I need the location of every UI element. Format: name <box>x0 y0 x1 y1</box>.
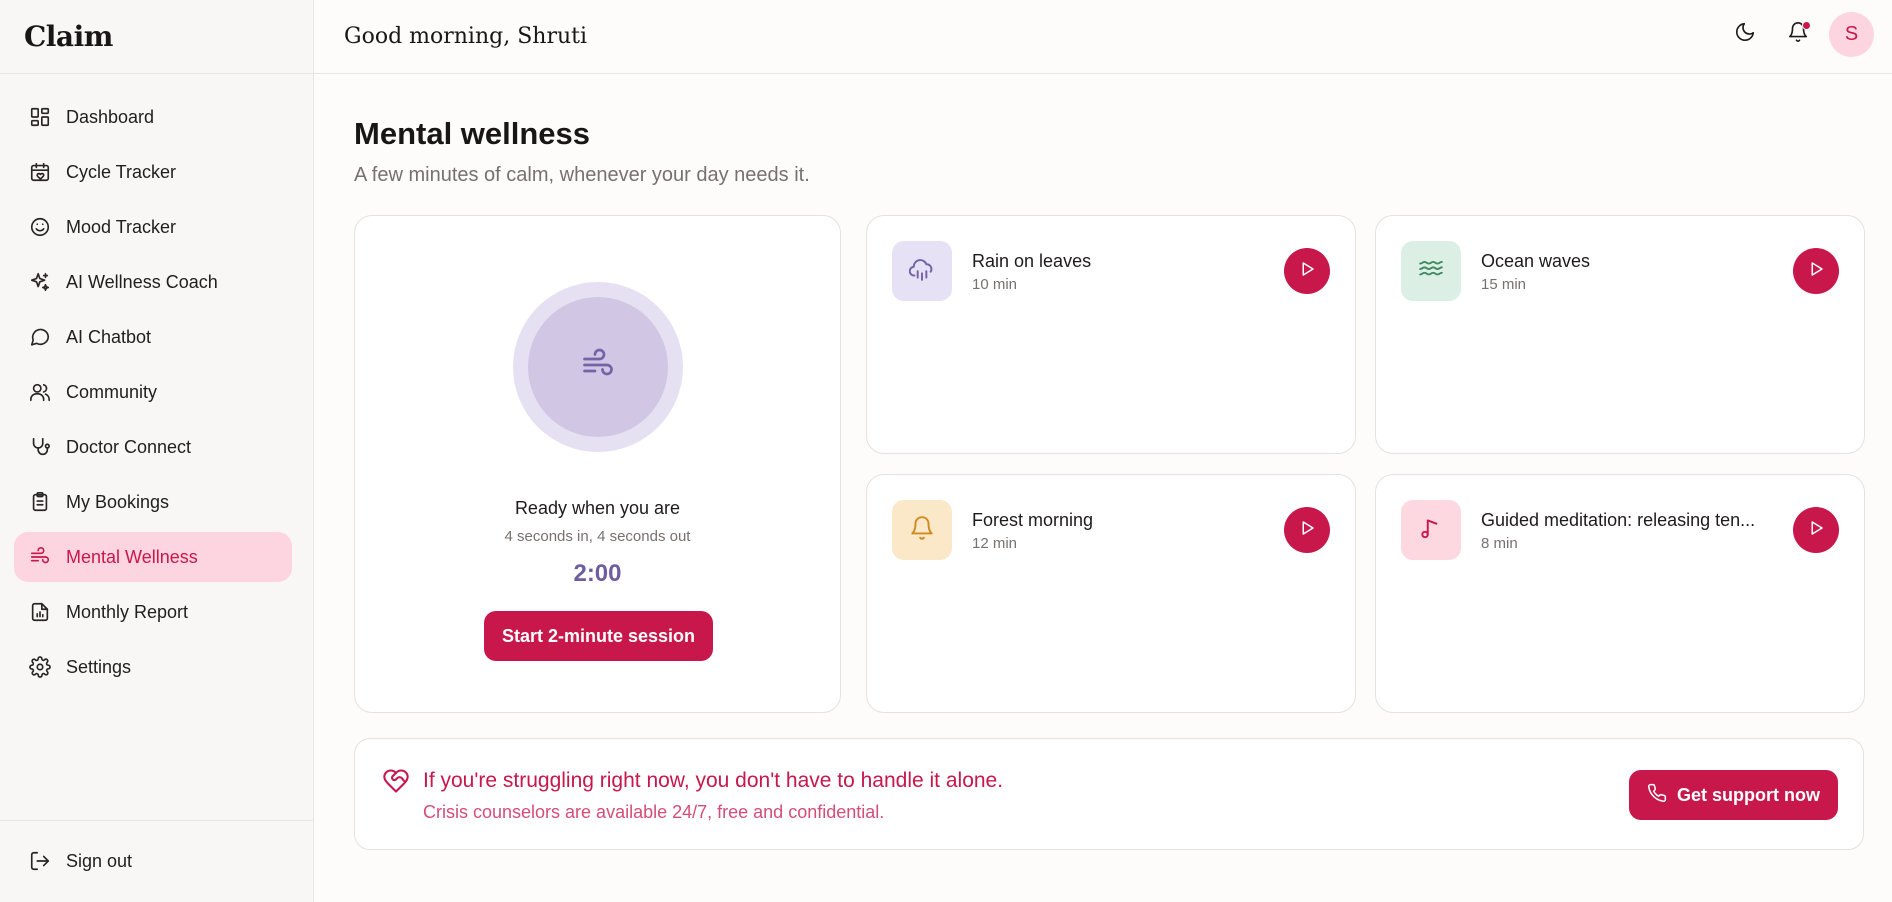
sidebar-item-label: AI Chatbot <box>66 326 152 347</box>
track-duration: 10 min <box>972 276 1018 293</box>
dashboard-icon <box>28 105 52 129</box>
crisis-subtitle: Crisis counselors are available 24/7, fr… <box>423 802 885 822</box>
track-icon-bg <box>1401 241 1461 301</box>
log-out-icon <box>28 849 52 873</box>
heart-handshake-icon <box>382 767 410 795</box>
play-icon <box>1807 519 1825 542</box>
header-actions: S <box>1714 12 1874 57</box>
sign-out-button[interactable]: Sign out <box>14 836 299 886</box>
track-icon-bg <box>892 500 952 560</box>
track-name: Rain on leaves <box>972 251 1092 271</box>
sidebar-item-label: Mood Tracker <box>66 216 177 237</box>
sidebar-item-ai-wellness-coach[interactable]: AI Wellness Coach <box>14 257 292 307</box>
sidebar-item-my-bookings[interactable]: My Bookings <box>14 477 292 527</box>
wellness-grid: Ready when you are 4 seconds in, 4 secon… <box>354 215 1865 715</box>
sign-out-label: Sign out <box>66 850 133 871</box>
track-icon-bg <box>892 241 952 301</box>
breathing-title: Ready when you are <box>514 498 681 518</box>
sidebar-item-label: Community <box>66 381 158 402</box>
page-subtitle: A few minutes of calm, whenever your day… <box>354 164 810 186</box>
smile-icon <box>28 215 52 239</box>
get-support-label: Get support now <box>1677 784 1820 805</box>
track-duration: 8 min <box>1481 535 1518 552</box>
track-name: Forest morning <box>972 510 1094 530</box>
breathing-hint: 4 seconds in, 4 seconds out <box>504 528 691 545</box>
wind-icon <box>28 545 52 569</box>
track-duration: 12 min <box>972 535 1018 552</box>
top-header: Good morning, Shruti S <box>314 0 1892 74</box>
sidebar-footer: Sign out <box>0 820 313 902</box>
crisis-title: If you're struggling right now, you don'… <box>423 769 1004 792</box>
clipboard-icon <box>28 490 52 514</box>
sidebar-item-label: Doctor Connect <box>66 436 192 457</box>
breathing-timer: 2:00 <box>573 560 622 587</box>
sidebar-item-label: Cycle Tracker <box>66 161 177 182</box>
sidebar-item-label: Settings <box>66 656 132 677</box>
sparkles-icon <box>28 270 52 294</box>
crisis-banner: If you're struggling right now, you don'… <box>354 738 1864 850</box>
calendar-heart-icon <box>28 160 52 184</box>
track-name: Guided meditation: releasing ten... <box>1481 510 1756 530</box>
main-content: Mental wellness A few minutes of calm, w… <box>354 74 1865 715</box>
sidebar-item-label: AI Wellness Coach <box>66 271 218 292</box>
sidebar-item-cycle-tracker[interactable]: Cycle Tracker <box>14 147 292 197</box>
track-card-guided-meditation[interactable]: Guided meditation: releasing ten... 8 mi… <box>1375 474 1865 713</box>
sidebar-item-community[interactable]: Community <box>14 367 292 417</box>
sidebar-item-label: Monthly Report <box>66 601 189 622</box>
sidebar-item-doctor-connect[interactable]: Doctor Connect <box>14 422 292 472</box>
sidebar-item-mental-wellness[interactable]: Mental Wellness <box>14 532 292 582</box>
wind-icon <box>580 347 616 388</box>
sidebar-item-label: My Bookings <box>66 491 170 512</box>
track-duration: 15 min <box>1481 276 1527 293</box>
play-icon <box>1298 260 1316 283</box>
breathing-circle-inner <box>528 297 668 437</box>
gear-icon <box>28 655 52 679</box>
stethoscope-icon <box>28 435 52 459</box>
phone-icon <box>1647 783 1677 808</box>
sidebar-nav: Dashboard Cycle Tracker Mood Tracker AI … <box>0 74 313 692</box>
sidebar-item-label: Mental Wellness <box>66 546 198 567</box>
sidebar-item-dashboard[interactable]: Dashboard <box>14 92 292 142</box>
sidebar-item-label: Dashboard <box>66 106 155 127</box>
users-icon <box>28 380 52 404</box>
track-card-rain[interactable]: Rain on leaves 10 min <box>866 215 1356 454</box>
notification-badge <box>1802 20 1811 30</box>
moon-icon <box>1734 21 1756 48</box>
play-button[interactable] <box>1284 248 1330 294</box>
bell-icon <box>909 515 935 546</box>
report-icon <box>28 600 52 624</box>
play-button[interactable] <box>1793 507 1839 553</box>
play-icon <box>1298 519 1316 542</box>
chat-bubble-icon <box>28 325 52 349</box>
play-icon <box>1807 260 1825 283</box>
brand-logo[interactable]: Claim <box>0 0 313 74</box>
track-icon-bg <box>1401 500 1461 560</box>
avatar[interactable]: S <box>1829 12 1874 57</box>
sidebar: Claim Dashboard Cycle Tracker Mood Track… <box>0 0 314 902</box>
theme-toggle-button[interactable] <box>1723 13 1767 57</box>
track-name: Ocean waves <box>1481 251 1591 271</box>
sidebar-item-monthly-report[interactable]: Monthly Report <box>14 587 292 637</box>
notifications-button[interactable] <box>1776 13 1820 57</box>
sidebar-item-mood-tracker[interactable]: Mood Tracker <box>14 202 292 252</box>
waves-icon <box>1418 256 1444 287</box>
sidebar-item-ai-chatbot[interactable]: AI Chatbot <box>14 312 292 362</box>
play-button[interactable] <box>1793 248 1839 294</box>
get-support-button[interactable]: Get support now <box>1629 770 1838 820</box>
page-title: Mental wellness <box>354 116 591 151</box>
start-session-button[interactable]: Start 2-minute session <box>484 611 713 661</box>
play-button[interactable] <box>1284 507 1330 553</box>
breathing-circle <box>513 282 683 452</box>
track-card-forest[interactable]: Forest morning 12 min <box>866 474 1356 713</box>
greeting-text: Good morning, Shruti <box>344 24 588 49</box>
sidebar-item-settings[interactable]: Settings <box>14 642 292 692</box>
cloud-rain-icon <box>908 256 935 287</box>
music-note-icon <box>1418 515 1444 546</box>
breathing-card: Ready when you are 4 seconds in, 4 secon… <box>354 215 841 713</box>
track-card-ocean[interactable]: Ocean waves 15 min <box>1375 215 1865 454</box>
